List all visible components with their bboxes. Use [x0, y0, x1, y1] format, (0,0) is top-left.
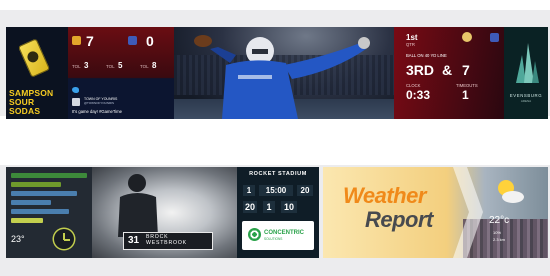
down-value: 1 — [263, 201, 275, 213]
scoreboard-banner-bottom-left: 23° 31 BROCK WESTBROOK ROCKET STADIUM 1 … — [6, 167, 319, 258]
weather-banner: Weather Report 22°c 10% 2.3 km — [323, 167, 548, 258]
stat-bar — [11, 182, 61, 187]
distance-value: 7 — [462, 62, 470, 78]
home-score: 7 — [86, 33, 94, 49]
football-player-photo — [174, 27, 394, 119]
chevron-divider-icon — [453, 167, 483, 258]
tweet-text: It's game day! #GameTime — [72, 109, 122, 114]
quarterback-figure — [194, 35, 370, 119]
period-value: 1 — [243, 185, 255, 196]
timeouts-value: 1 — [462, 88, 469, 102]
stat-bar — [11, 191, 77, 196]
arena-subtitle: ARENA — [520, 99, 532, 103]
clock-icon — [54, 229, 74, 249]
stat-board: 23° — [6, 167, 92, 258]
arena-panel: EVENSBURG ARENA — [504, 27, 548, 119]
sponsor-name: SAMPSON SOUR SODAS — [9, 88, 54, 116]
stat-bar — [11, 200, 51, 205]
stat-bar — [11, 209, 69, 214]
stadium-name: ROCKET STADIUM — [249, 171, 307, 177]
stat-bar — [11, 173, 87, 178]
tweet-username: @TOWNOFYOUNRIS — [84, 101, 114, 105]
weather-title-line-2: Report — [365, 207, 433, 232]
player-number: 31 — [128, 235, 140, 246]
weather-detail: 10% — [493, 230, 502, 235]
sponsor-panel: SAMPSON SOUR SODAS — [6, 27, 68, 119]
distance-value: 10 — [281, 201, 297, 213]
stat-label: TOL — [140, 64, 149, 69]
away-team-logo-icon — [128, 36, 137, 45]
player-nameplate: 31 BROCK WESTBROOK — [123, 232, 213, 250]
avatar — [72, 98, 80, 106]
stat-value: 8 — [152, 61, 157, 70]
stat-label: TOL — [106, 64, 115, 69]
down-value: 3RD — [406, 62, 435, 78]
quarter-label: QTR — [406, 42, 415, 47]
team-helmet-icon — [462, 32, 472, 42]
away-score: 0 — [146, 33, 154, 49]
away-score: 20 — [243, 201, 257, 213]
scoreboard-banner-top: SAMPSON SOUR SODAS 7 0 TOL 3 TOL 5 TOL 8… — [6, 27, 548, 119]
game-situation-panel: 1st QTR BALL ON 40 YD LINE 3RD & 7 CLOCK… — [394, 27, 504, 119]
player-last-name: WESTBROOK — [146, 240, 187, 246]
stat-label: TOL — [72, 64, 81, 69]
stat-value: 5 — [118, 61, 123, 70]
sponsor-concentric: CONCENTRIC SOLUTIONS — [242, 221, 314, 250]
weather-title-line-1: Weather — [343, 183, 426, 208]
social-feed: TOWN OF YOUNRIS @TOWNOFYOUNRIS It's game… — [72, 87, 170, 115]
sponsor-name: CONCENTRIC — [264, 230, 304, 236]
soda-can-icon — [17, 38, 51, 78]
team-logo-icon — [490, 33, 499, 42]
sun-cloud-icon — [498, 180, 524, 203]
temperature: 23° — [11, 234, 25, 244]
sponsor-subtitle: SOLUTIONS — [264, 237, 283, 241]
game-clock: 15:00 — [259, 185, 293, 196]
quarter-value: 1st — [406, 33, 418, 42]
weather-detail: 2.3 km — [493, 237, 506, 242]
home-team-logo-icon — [72, 36, 81, 45]
twitter-bird-icon — [72, 87, 79, 93]
game-clock: 0:33 — [406, 88, 431, 102]
arena-name: EVENSBURG — [509, 93, 543, 98]
down-ampersand: & — [442, 62, 453, 78]
player-photo: 31 BROCK WESTBROOK — [92, 167, 237, 258]
stat-value: 3 — [84, 61, 89, 70]
ball-position: BALL ON 40 YD LINE — [406, 53, 447, 58]
arena-building-icon — [516, 43, 539, 83]
stadium-scoreboard: ROCKET STADIUM 1 15:00 20 20 1 10 CONCEN… — [237, 167, 319, 258]
current-temperature: 22°c — [489, 215, 510, 226]
stat-bar — [11, 218, 43, 223]
concentric-logo-icon — [248, 228, 261, 241]
home-score: 20 — [297, 185, 313, 196]
